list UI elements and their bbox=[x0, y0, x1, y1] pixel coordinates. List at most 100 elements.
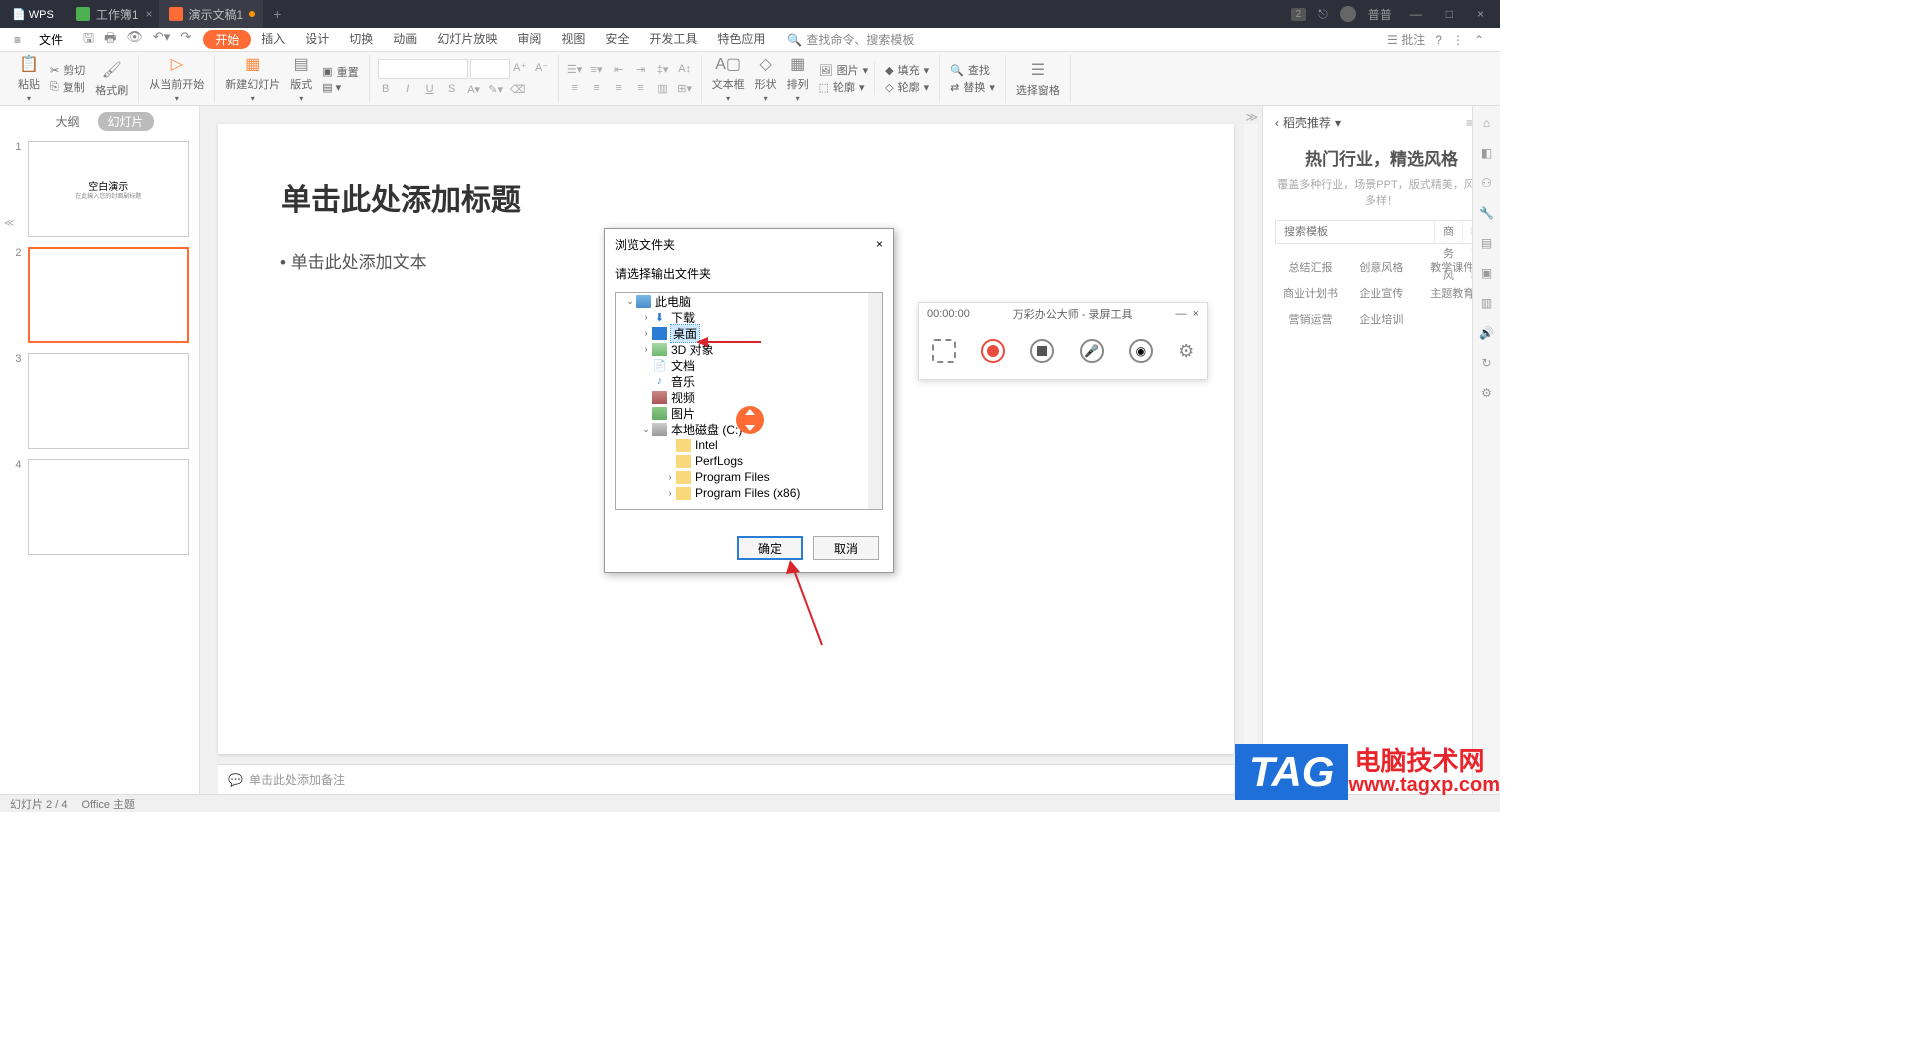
close-button[interactable]: × bbox=[1471, 7, 1490, 21]
tab-workbook[interactable]: 工作簿1× bbox=[66, 0, 159, 28]
shrink-font[interactable]: A⁻ bbox=[534, 61, 550, 77]
cat-marketing[interactable]: 营销运营 bbox=[1275, 306, 1346, 332]
tab-special[interactable]: 特色应用 bbox=[707, 30, 775, 49]
tab-security[interactable]: 安全 bbox=[595, 30, 639, 49]
save-icon[interactable]: 🖫 bbox=[83, 29, 94, 51]
section-button[interactable]: ▤ ▾ bbox=[318, 81, 362, 94]
tab-review[interactable]: 审阅 bbox=[507, 30, 551, 49]
tree-scrollbar[interactable] bbox=[868, 293, 882, 509]
shapes-button[interactable]: ◇形状▾ bbox=[751, 54, 781, 103]
panel-back-icon[interactable]: ‹ bbox=[1275, 116, 1279, 130]
redo-icon[interactable]: ↷ bbox=[180, 29, 191, 51]
tab-design[interactable]: 设计 bbox=[295, 30, 339, 49]
align-justify[interactable]: ≡ bbox=[633, 82, 649, 95]
columns[interactable]: ▥ bbox=[655, 82, 671, 95]
user-avatar[interactable] bbox=[1340, 6, 1356, 22]
print-icon[interactable]: 🖶 bbox=[104, 29, 116, 51]
align-left[interactable]: ≡ bbox=[567, 82, 583, 95]
textbox-button[interactable]: A▢文本框▾ bbox=[708, 54, 749, 103]
slide-thumb-2[interactable]: 2 bbox=[10, 247, 189, 343]
line-spacing[interactable]: ‡▾ bbox=[655, 63, 671, 76]
bold[interactable]: B bbox=[378, 83, 394, 96]
ok-button[interactable]: 确定 bbox=[737, 536, 803, 560]
strike[interactable]: S bbox=[444, 83, 460, 96]
outline-tab[interactable]: 大纲 bbox=[45, 112, 89, 131]
bullets[interactable]: ☰▾ bbox=[567, 63, 583, 76]
numbering[interactable]: ≡▾ bbox=[589, 63, 605, 76]
tab-developer[interactable]: 开发工具 bbox=[639, 30, 707, 49]
outline-color[interactable]: ◇ 轮廓 ▾ bbox=[881, 79, 933, 95]
collapse-right-icon[interactable]: ≫ bbox=[1245, 110, 1258, 124]
image-button[interactable]: 🖼 图片 ▾ bbox=[815, 62, 873, 78]
align-right[interactable]: ≡ bbox=[611, 82, 627, 95]
arrange-button[interactable]: ▦排列▾ bbox=[783, 54, 813, 103]
notes-pane[interactable]: 💬单击此处添加备注 bbox=[218, 764, 1234, 794]
reset-button[interactable]: ▣ 重置 bbox=[318, 64, 362, 80]
replace-button[interactable]: ⇄ 替换 ▾ bbox=[946, 79, 999, 95]
preview-icon[interactable]: 👁 bbox=[126, 29, 143, 51]
cat-corporate[interactable]: 企业宣传 bbox=[1346, 280, 1417, 306]
notification-badge[interactable]: 2 bbox=[1291, 8, 1307, 21]
home-icon[interactable]: ⌂ bbox=[1483, 116, 1490, 130]
slide-thumb-1[interactable]: 1空白演示在此输入您的封面副标题 bbox=[10, 141, 189, 237]
sync-icon[interactable]: ⎋ bbox=[1318, 7, 1328, 22]
cut-button[interactable]: ✂ 剪切 bbox=[46, 62, 89, 78]
cat-creative[interactable]: 创意风格 bbox=[1346, 254, 1417, 280]
more-icon[interactable]: ⋮ bbox=[1452, 33, 1464, 47]
layers-icon[interactable]: ▣ bbox=[1481, 266, 1492, 280]
underline[interactable]: U bbox=[422, 83, 438, 96]
maximize-button[interactable]: □ bbox=[1440, 7, 1459, 21]
cat-summary[interactable]: 总结汇报 bbox=[1275, 254, 1346, 280]
indent-dec[interactable]: ⇤ bbox=[611, 63, 627, 76]
cat-training[interactable]: 企业培训 bbox=[1346, 306, 1417, 332]
tab-animation[interactable]: 动画 bbox=[383, 30, 427, 49]
record-icon[interactable] bbox=[981, 339, 1005, 363]
font-size-input[interactable] bbox=[470, 59, 510, 79]
indent-inc[interactable]: ⇥ bbox=[633, 63, 649, 76]
text-dir[interactable]: A↕ bbox=[677, 63, 693, 76]
minimize-button[interactable]: — bbox=[1404, 7, 1428, 21]
recorder-min-icon[interactable]: — bbox=[1175, 308, 1186, 320]
tab-view[interactable]: 视图 bbox=[551, 30, 595, 49]
italic[interactable]: I bbox=[400, 83, 416, 96]
tab-slideshow[interactable]: 幻灯片放映 bbox=[427, 30, 507, 49]
slide-thumb-4[interactable]: 4 bbox=[10, 459, 189, 555]
collapse-left-icon[interactable]: ≪ bbox=[4, 218, 14, 229]
cancel-button[interactable]: 取消 bbox=[813, 536, 879, 560]
template-search-input[interactable] bbox=[1276, 221, 1434, 243]
slide-thumb-3[interactable]: 3 bbox=[10, 353, 189, 449]
annotate-button[interactable]: ☰ 批注 bbox=[1387, 31, 1425, 48]
undo-icon[interactable]: ↶▾ bbox=[153, 29, 170, 51]
selection-pane-button[interactable]: ☰选择窗格 bbox=[1012, 60, 1064, 98]
stop-icon[interactable] bbox=[1030, 339, 1054, 363]
command-search[interactable]: 🔍 查找命令、搜索模板 bbox=[779, 31, 922, 48]
recorder-close-icon[interactable]: × bbox=[1193, 308, 1199, 320]
tab-start[interactable]: 开始 bbox=[203, 30, 251, 49]
chart-icon[interactable]: ▥ bbox=[1481, 296, 1492, 310]
new-slide-button[interactable]: ▦新建幻灯片▾ bbox=[221, 54, 284, 103]
format-painter-button[interactable]: 🖌格式刷 bbox=[91, 60, 132, 98]
tab-insert[interactable]: 插入 bbox=[251, 30, 295, 49]
fill-button[interactable]: ◆ 填充 ▾ bbox=[881, 62, 933, 78]
copy-button[interactable]: ⎘ 复制 bbox=[46, 79, 89, 95]
hamburger-icon[interactable]: ≡ bbox=[8, 33, 27, 47]
cat-business[interactable]: 商业计划书 bbox=[1275, 280, 1346, 306]
find-button[interactable]: 🔍 查找 bbox=[946, 62, 999, 78]
highlight[interactable]: ✎▾ bbox=[488, 83, 504, 96]
help-icon[interactable]: ? bbox=[1435, 33, 1442, 47]
new-tab-button[interactable]: + bbox=[263, 6, 291, 22]
align-center[interactable]: ≡ bbox=[589, 82, 605, 95]
from-current-button[interactable]: ▷从当前开始▾ bbox=[145, 54, 208, 103]
layout-button[interactable]: ▤版式▾ bbox=[286, 54, 316, 103]
list-icon[interactable]: ▤ bbox=[1481, 236, 1492, 250]
slide-title-placeholder[interactable]: 单击此处添加标题 bbox=[281, 175, 1171, 219]
vertical-scrollbar[interactable] bbox=[1244, 124, 1258, 754]
file-menu[interactable]: 文件 bbox=[31, 31, 71, 48]
sound-icon[interactable]: 🔊 bbox=[1479, 326, 1494, 340]
slides-tab[interactable]: 幻灯片 bbox=[98, 112, 154, 131]
settings-icon[interactable]: ⚙ bbox=[1481, 386, 1492, 400]
camera-icon[interactable]: ◉ bbox=[1129, 339, 1153, 363]
tool-icon[interactable]: 🔧 bbox=[1479, 206, 1494, 220]
clear-format[interactable]: ⌫ bbox=[510, 83, 526, 96]
screen-recorder[interactable]: 00:00:00万彩办公大师 - 录屏工具— × 🎤 ◉ ⚙ bbox=[918, 302, 1208, 380]
